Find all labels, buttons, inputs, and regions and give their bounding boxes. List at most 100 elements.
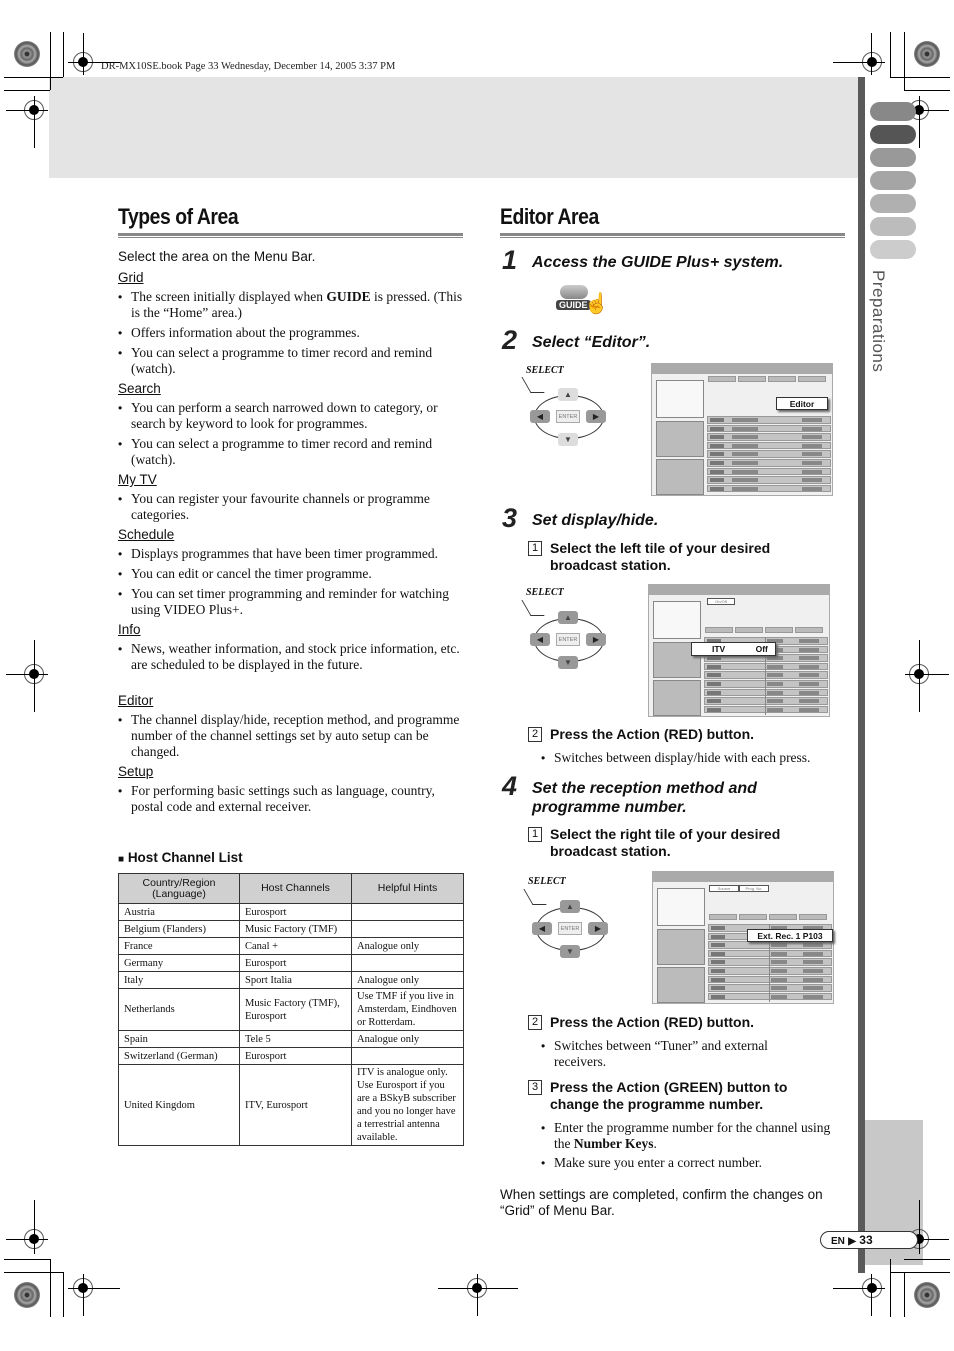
table-cell: Eurosport	[239, 954, 352, 972]
grid-cell-mark	[707, 656, 721, 661]
table-cell: Italy	[118, 971, 240, 989]
bullet: Switches between “Tuner” and external re…	[541, 1038, 821, 1070]
grid-cell-mark	[767, 690, 783, 695]
grid-cell-mark	[802, 486, 822, 491]
table-cell: Switzerland (German)	[118, 1047, 240, 1065]
grid-cell-mark	[771, 986, 787, 991]
grid-cell-mark	[710, 461, 724, 465]
substep-text: Select the right tile of your desired br…	[550, 826, 781, 859]
substep-text: Press the Action (GREEN) button to chang…	[550, 1079, 788, 1112]
title-rule	[500, 233, 845, 238]
substep: 3 Press the Action (GREEN) button to cha…	[528, 1079, 828, 1113]
chapter-tab	[870, 194, 916, 213]
table-row: Austria Eurosport	[118, 903, 464, 921]
grid-cell-mark	[710, 486, 724, 491]
host-list-title: Host Channel List	[127, 850, 243, 865]
table-cell: Use TMF if you live in Amsterdam, Eindho…	[351, 988, 464, 1031]
grid-cell-mark	[711, 926, 725, 930]
table-cell: France	[118, 937, 240, 955]
step-title: Select “Editor”.	[532, 334, 651, 351]
grid-cell-mark	[710, 426, 724, 431]
table-cell	[351, 920, 464, 938]
step-number: 3	[502, 503, 518, 533]
grid-cell-mark	[802, 426, 822, 431]
types-of-area-title: Types of Area	[118, 204, 239, 229]
table-cell: Analogue only	[351, 971, 464, 989]
grid-cell-mark	[802, 452, 822, 457]
table-cell: ITV is analogue only. Use Eurosport if y…	[351, 1064, 464, 1146]
table-cell: Tele 5	[239, 1030, 352, 1048]
grid-cell-mark	[732, 452, 758, 457]
grid-cell-mark	[732, 461, 758, 465]
bullet: Switches between display/hide with each …	[541, 750, 851, 766]
grid-cell-mark	[802, 435, 822, 440]
bullet: Enter the programme number for the chann…	[541, 1120, 846, 1152]
step-title: Set display/hide.	[532, 512, 659, 529]
substep: 2 Press the Action (RED) button.	[528, 1014, 754, 1031]
bullet-bold: Number Keys	[573, 1136, 654, 1151]
area-bullet: You can perform a search narrowed down t…	[118, 400, 463, 432]
dpad-left-icon: ◀	[532, 922, 552, 935]
grid-cell-mark	[710, 435, 724, 440]
header-band	[49, 77, 858, 178]
dpad-up-icon: ▲	[560, 900, 580, 913]
area-bullet: The channel display/hide, reception meth…	[118, 712, 463, 760]
registration-disc-icon	[14, 41, 40, 67]
area-bullet: The screen initially displayed when GUID…	[118, 289, 463, 321]
ad-tile	[653, 680, 701, 716]
grid-cell-mark	[710, 478, 724, 483]
table-cell: Spain	[118, 1030, 240, 1048]
enter-button: ENTER	[558, 922, 582, 935]
table-row: Italy Sport Italia Analogue only	[118, 971, 464, 989]
chapter-tab	[870, 125, 916, 144]
dpad-left-icon: ◀	[530, 633, 550, 646]
area-bullet: You can select a programme to timer reco…	[118, 345, 463, 377]
registration-disc-icon	[914, 1282, 940, 1308]
grid-cell-mark	[711, 977, 725, 982]
grid-cell-mark	[732, 418, 758, 422]
popup-channel: ITV	[712, 644, 726, 654]
grid-cell-mark	[711, 934, 725, 939]
table-cell: Germany	[118, 954, 240, 972]
screen-tab: Prog. No.	[739, 885, 769, 892]
dpad-left-icon: ◀	[530, 410, 550, 423]
bullet-bold: GUIDE	[326, 289, 371, 304]
area-bullet: Offers information about the programmes.	[118, 325, 463, 341]
intro-text: Select the area on the Menu Bar.	[118, 249, 316, 264]
page-number-badge: EN ▶ 33	[820, 1231, 918, 1249]
host-channel-table: Country/Region (Language) Host Channels …	[118, 873, 464, 1146]
grid-cell-mark	[799, 664, 819, 669]
grid-cell-mark	[799, 639, 819, 643]
table-cell: Belgium (Flanders)	[118, 920, 240, 938]
step-number: 2	[502, 325, 518, 355]
step-number: 4	[502, 771, 518, 801]
grid-cell-mark	[802, 461, 822, 465]
grid-cell-mark	[771, 960, 787, 965]
table-cell	[351, 954, 464, 972]
select-label: SELECT	[528, 876, 566, 887]
area-heading: My TV	[118, 472, 157, 487]
table-cell: Austria	[118, 903, 240, 921]
grid-cell-mark	[771, 951, 787, 956]
screen-tab: On/Off	[707, 598, 735, 605]
dpad-right-icon: ▶	[588, 922, 608, 935]
ad-tile	[656, 459, 704, 495]
section-label: Preparations	[869, 270, 888, 373]
select-leader-line	[521, 377, 545, 393]
grid-cell-mark	[732, 478, 758, 483]
table-row: Netherlands Music Factory (TMF), Eurospor…	[118, 988, 464, 1031]
substep-text: Press the Action (RED) button.	[550, 1014, 755, 1030]
grid-cell-mark	[767, 699, 783, 704]
grid-cell-mark	[799, 682, 819, 686]
grid-cell-mark	[732, 435, 758, 440]
grid-cell-mark	[711, 969, 725, 973]
table-cell: Canal +	[239, 937, 352, 955]
table-cell: ITV, Eurosport	[239, 1064, 352, 1146]
grid-cell-mark	[710, 443, 724, 448]
step-title: Access the GUIDE Plus+ system.	[532, 254, 784, 271]
grid-cell-mark	[767, 664, 783, 669]
editor-menu-popup: Editor	[776, 397, 828, 410]
menu-bar-segment	[735, 627, 763, 633]
grid-cell-mark	[803, 986, 823, 991]
grid-cell-mark	[799, 699, 819, 704]
